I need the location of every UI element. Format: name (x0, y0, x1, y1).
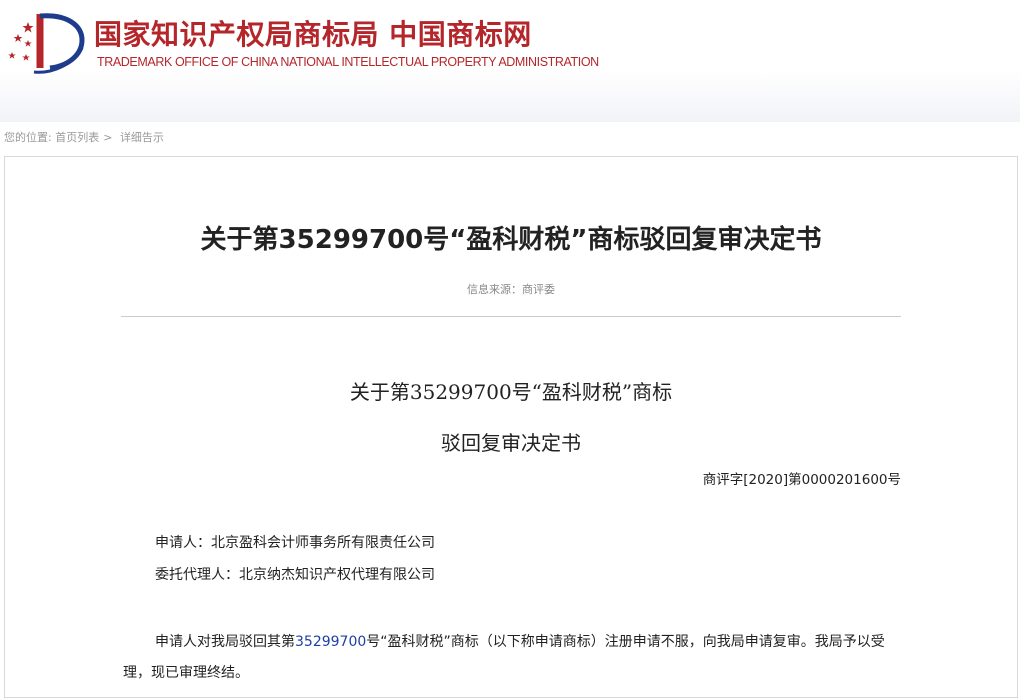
article-container: 关于第35299700号“盈科财税”商标驳回复审决定书 信息来源：商评委 关于第… (4, 156, 1018, 698)
article-title: 关于第35299700号“盈科财税”商标驳回复审决定书 (200, 225, 822, 255)
cnipa-emblem-icon[interactable] (4, 8, 88, 74)
breadcrumb-current: 详细告示 (119, 131, 164, 144)
document-number: 商评字[2020]第0000201600号 (702, 472, 901, 488)
decision-body-paragraph: 申请人对我局驳回其第35299700号“盈科财税”商标（以下称申请商标）注册申请… (123, 627, 893, 689)
trademark-number: 35299700 (295, 634, 367, 650)
breadcrumb-label: 您的位置: (4, 131, 52, 144)
breadcrumb: 您的位置: 首页列表 > 详细告示 (4, 129, 164, 145)
site-title[interactable]: 国家知识产权局商标局 中国商标网 (94, 13, 532, 53)
site-header: 国家知识产权局商标局 中国商标网 TRADEMARK OFFICE OF CHI… (0, 0, 1020, 122)
applicant-line: 申请人：北京盈科会计师事务所有限责任公司 (155, 535, 435, 551)
body-text-before: 申请人对我局驳回其第 (155, 634, 295, 650)
agent-line: 委托代理人：北京纳杰知识产权代理有限公司 (155, 567, 435, 583)
site-subtitle: TRADEMARK OFFICE OF CHINA NATIONAL INTEL… (97, 55, 599, 69)
breadcrumb-home-link[interactable]: 首页列表 (55, 131, 99, 144)
document-heading-line1: 关于第35299700号“盈科财税”商标 (349, 380, 673, 404)
title-divider (121, 316, 901, 317)
breadcrumb-separator: > (103, 131, 113, 144)
article-source: 信息来源：商评委 (467, 283, 555, 296)
document-heading-line2: 驳回复审决定书 (441, 431, 581, 455)
